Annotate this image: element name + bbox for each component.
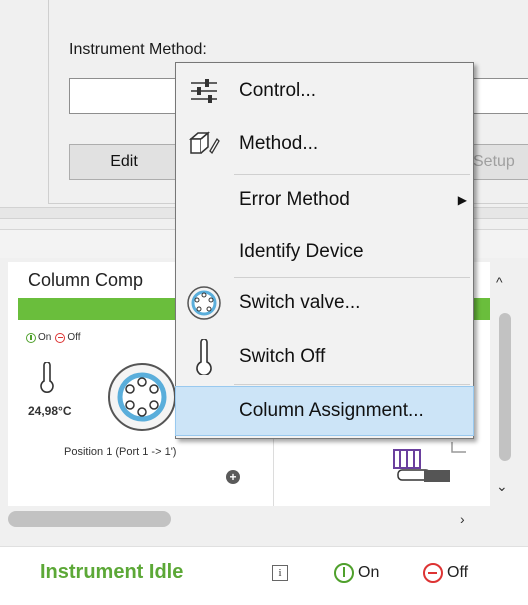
- menu-item-label: Control...: [239, 80, 317, 101]
- device-graphic-icon: [390, 440, 480, 495]
- scroll-down-icon[interactable]: ⌄: [496, 478, 508, 495]
- off-label[interactable]: Off: [447, 564, 468, 582]
- device-status-bar: [18, 298, 178, 320]
- menu-item-switch-off[interactable]: Switch Off: [176, 333, 473, 381]
- valve-icon: [186, 285, 222, 321]
- menu-separator: [234, 277, 470, 278]
- menu-item-identify-device[interactable]: Identify Device: [176, 228, 473, 276]
- setup-button[interactable]: Setup: [470, 144, 528, 180]
- menu-item-label: Column Assignment...: [239, 400, 424, 421]
- method-icon: [186, 126, 222, 162]
- horizontal-scroll-thumb[interactable]: [8, 511, 171, 527]
- menu-item-label: Switch Off: [239, 346, 326, 367]
- menu-separator: [234, 384, 470, 385]
- valve-position: Position 1 (Port 1 -> 1'): [64, 446, 177, 458]
- on-label[interactable]: On: [358, 564, 379, 582]
- scroll-right-icon[interactable]: ›: [460, 511, 465, 527]
- instrument-method-label: Instrument Method:: [69, 41, 207, 58]
- menu-item-error-method[interactable]: Error Method ▶: [176, 176, 473, 224]
- off-button[interactable]: Off: [423, 563, 468, 583]
- sliders-icon: [186, 73, 222, 109]
- submenu-arrow-icon: ▶: [457, 193, 467, 207]
- menu-item-label: Method...: [239, 133, 319, 154]
- on-button[interactable]: On: [334, 563, 379, 583]
- add-icon[interactable]: +: [226, 470, 240, 484]
- power-off-icon[interactable]: [423, 563, 443, 583]
- menu-item-switch-valve[interactable]: Switch valve...: [176, 279, 473, 327]
- menu-item-method[interactable]: Method...: [176, 120, 473, 168]
- valve-icon[interactable]: [107, 362, 177, 437]
- menu-item-label: Identify Device: [239, 241, 364, 262]
- context-menu: Control... Method... Error Method ▶ Iden…: [175, 62, 474, 439]
- mini-on-off-controls: On Off: [26, 332, 81, 343]
- menu-separator: [234, 174, 470, 175]
- menu-item-label: Switch valve...: [239, 292, 361, 313]
- info-icon[interactable]: i: [272, 565, 288, 581]
- thermometer-icon[interactable]: [38, 361, 56, 399]
- edit-button[interactable]: Edit: [69, 144, 179, 180]
- mini-off-label[interactable]: Off: [67, 332, 80, 343]
- menu-item-control[interactable]: Control...: [176, 67, 473, 115]
- card-title: Column Comp: [28, 270, 144, 290]
- menu-item-column-assignment[interactable]: Column Assignment...: [175, 386, 474, 436]
- instrument-status: Instrument Idle: [40, 561, 184, 583]
- menu-item-label: Error Method: [239, 189, 350, 210]
- mini-on-label[interactable]: On: [38, 332, 51, 343]
- scroll-up-icon[interactable]: ^: [496, 274, 503, 290]
- power-on-icon[interactable]: [26, 332, 36, 343]
- vertical-scroll-thumb[interactable]: [499, 313, 511, 461]
- thermometer-icon: [186, 339, 222, 375]
- power-on-icon[interactable]: [334, 563, 354, 583]
- temperature-readout: 24,98°C: [28, 404, 72, 418]
- power-off-icon[interactable]: [55, 332, 66, 343]
